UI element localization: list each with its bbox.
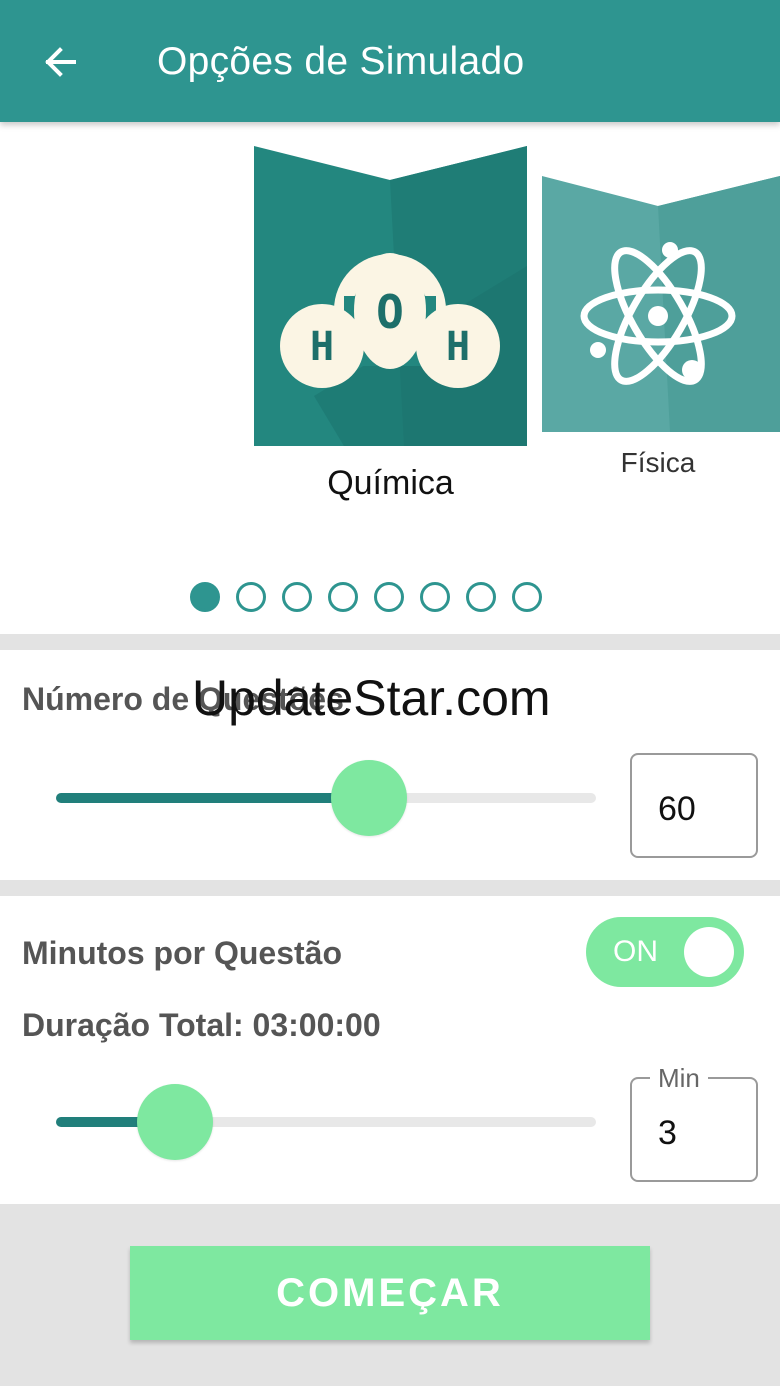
carousel-dot[interactable] xyxy=(190,582,220,612)
timing-section: Minutos por Questão ON Duração Total: 03… xyxy=(0,896,780,1204)
divider xyxy=(0,634,780,650)
subject-card-quimica[interactable]: H O H Química xyxy=(254,146,527,506)
back-button[interactable] xyxy=(30,32,90,92)
app-bar: Opções de Simulado xyxy=(0,0,780,122)
arrow-left-icon xyxy=(45,47,76,77)
questions-count-value: 60 xyxy=(658,790,696,828)
divider xyxy=(0,880,780,896)
toggle-knob xyxy=(684,927,734,977)
minutes-per-question-label: Minutos por Questão xyxy=(22,935,342,971)
questions-slider[interactable] xyxy=(56,760,596,836)
subject-carousel[interactable]: H O H Química Física xyxy=(0,122,780,634)
total-duration-text: Duração Total: 03:00:00 xyxy=(22,1007,381,1043)
water-molecule-icon: H O H xyxy=(254,146,527,446)
slider-thumb[interactable] xyxy=(137,1084,213,1160)
minutes-value: 3 xyxy=(658,1114,677,1152)
page-title: Opções de Simulado xyxy=(157,40,525,83)
questions-count-field[interactable]: 60 xyxy=(630,753,758,858)
subject-card-label: Física xyxy=(620,447,696,478)
subject-card-label: Química xyxy=(327,464,454,502)
svg-text:O: O xyxy=(376,285,404,339)
slider-thumb[interactable] xyxy=(331,760,407,836)
carousel-dot[interactable] xyxy=(512,582,542,612)
carousel-dot[interactable] xyxy=(420,582,450,612)
atom-icon xyxy=(542,176,780,432)
svg-text:H: H xyxy=(446,324,470,370)
timer-toggle[interactable]: ON xyxy=(586,917,744,987)
footer: COMEÇAR xyxy=(0,1204,780,1386)
minutes-slider[interactable] xyxy=(56,1084,596,1160)
carousel-dot[interactable] xyxy=(236,582,266,612)
minutes-field-caption: Min xyxy=(650,1063,708,1093)
slider-fill xyxy=(56,793,369,803)
carousel-dot[interactable] xyxy=(328,582,358,612)
questions-section: Número de Questões 60 xyxy=(0,650,780,880)
start-button[interactable]: COMEÇAR xyxy=(130,1246,650,1340)
simulado-options-screen: Opções de Simulado H O H Química Física … xyxy=(0,0,780,1386)
carousel-pagination xyxy=(190,582,542,618)
questions-label: Número de Questões xyxy=(22,681,344,717)
subject-card-fisica[interactable]: Física xyxy=(542,176,780,486)
carousel-dot[interactable] xyxy=(466,582,496,612)
carousel-dot[interactable] xyxy=(282,582,312,612)
carousel-dot[interactable] xyxy=(374,582,404,612)
toggle-state-label: ON xyxy=(613,935,658,968)
svg-text:H: H xyxy=(310,324,334,370)
minutes-field[interactable]: Min 3 xyxy=(630,1063,758,1182)
